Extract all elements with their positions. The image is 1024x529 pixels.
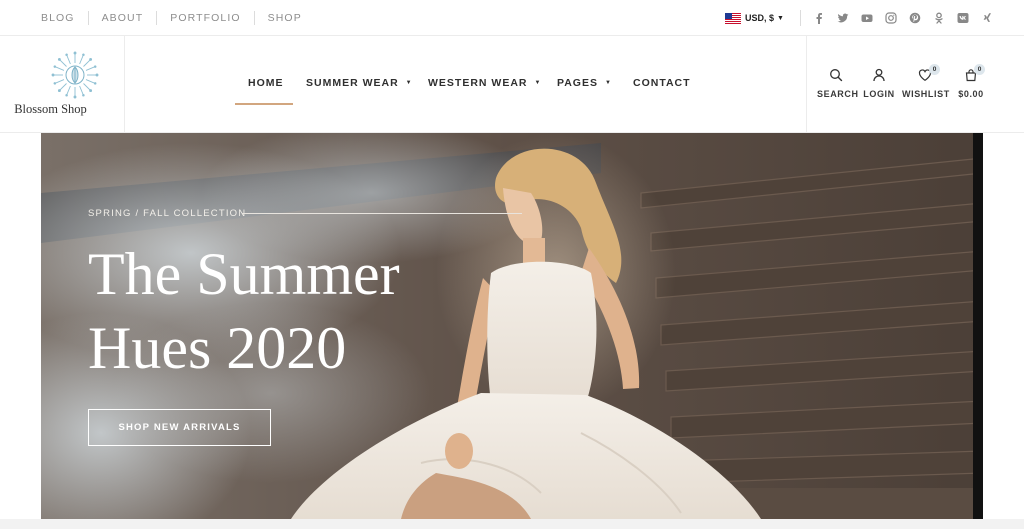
top-link-portfolio[interactable]: PORTFOLIO <box>170 12 240 24</box>
nav-item-summer-wear[interactable]: SUMMER WEAR ▼ <box>306 77 413 89</box>
nav-label: HOME <box>248 77 284 89</box>
header-actions: SEARCH LOGIN 0 WISHLIST 0 $0.00 <box>806 36 1024 132</box>
top-link-about[interactable]: ABOUT <box>102 12 144 24</box>
top-link-shop[interactable]: SHOP <box>268 12 302 24</box>
active-nav-indicator <box>235 103 293 105</box>
search-button[interactable]: SEARCH <box>817 68 859 99</box>
facebook-icon[interactable] <box>812 12 825 25</box>
wishlist-count-badge: 0 <box>929 64 940 75</box>
social-links <box>812 10 1004 26</box>
xing-icon[interactable] <box>980 12 993 25</box>
pinterest-icon[interactable] <box>908 12 921 25</box>
login-button[interactable]: LOGIN <box>863 68 895 99</box>
odnoklassniki-icon[interactable] <box>932 12 945 25</box>
divider <box>242 213 522 214</box>
nav-item-home[interactable]: HOME <box>248 77 284 89</box>
cart-button[interactable]: 0 $0.00 <box>955 64 987 99</box>
nav-label: WESTERN WEAR <box>428 77 528 89</box>
nav-label: SUMMER WEAR <box>306 77 399 89</box>
wishlist-button[interactable]: 0 WISHLIST <box>902 64 950 99</box>
hero-title-line: Hues 2020 <box>88 315 347 381</box>
hero-eyebrow: SPRING / FALL COLLECTION <box>88 208 247 219</box>
caret-down-icon: ▼ <box>405 80 413 86</box>
hero-edge-shadow <box>973 133 983 519</box>
nav-item-pages[interactable]: PAGES ▼ <box>557 77 612 89</box>
nav-item-western-wear[interactable]: WESTERN WEAR ▼ <box>428 77 541 89</box>
caret-down-icon: ▼ <box>534 80 542 86</box>
top-bar: BLOG ABOUT PORTFOLIO SHOP USD, $ ▼ <box>0 0 1024 36</box>
search-label: SEARCH <box>817 89 859 99</box>
currency-selector[interactable]: USD, $ ▼ <box>725 10 784 26</box>
nav-label: CONTACT <box>633 77 691 89</box>
divider <box>87 11 89 25</box>
divider <box>156 11 158 25</box>
caret-down-icon: ▼ <box>777 14 784 22</box>
top-links: BLOG ABOUT PORTFOLIO SHOP <box>41 0 302 36</box>
wishlist-label: WISHLIST <box>902 89 950 99</box>
caret-down-icon: ▼ <box>604 80 612 86</box>
twitter-icon[interactable] <box>836 12 849 25</box>
shop-new-arrivals-button[interactable]: SHOP NEW ARRIVALS <box>88 409 271 446</box>
divider <box>800 10 801 26</box>
top-link-blog[interactable]: BLOG <box>41 12 75 24</box>
hero-title-line: The Summer <box>88 241 400 307</box>
login-label: LOGIN <box>863 89 895 99</box>
youtube-icon[interactable] <box>860 12 873 25</box>
cart-total: $0.00 <box>958 89 984 99</box>
site-header: Blossom Shop HOME SUMMER WEAR ▼ WESTERN W… <box>0 36 1024 133</box>
instagram-icon[interactable] <box>884 12 897 25</box>
divider <box>253 11 255 25</box>
us-flag-icon <box>725 12 741 24</box>
cart-count-badge: 0 <box>974 64 985 75</box>
currency-label: USD, $ <box>745 13 775 23</box>
user-icon <box>873 68 885 82</box>
nav-item-contact[interactable]: CONTACT <box>633 77 691 89</box>
hero-title: The Summer Hues 2020 <box>88 237 508 385</box>
search-icon <box>830 69 843 82</box>
hero-banner: SPRING / FALL COLLECTION The Summer Hues… <box>41 133 983 519</box>
section-divider <box>0 519 1024 529</box>
nav-label: PAGES <box>557 77 598 89</box>
vk-icon[interactable] <box>956 12 969 25</box>
